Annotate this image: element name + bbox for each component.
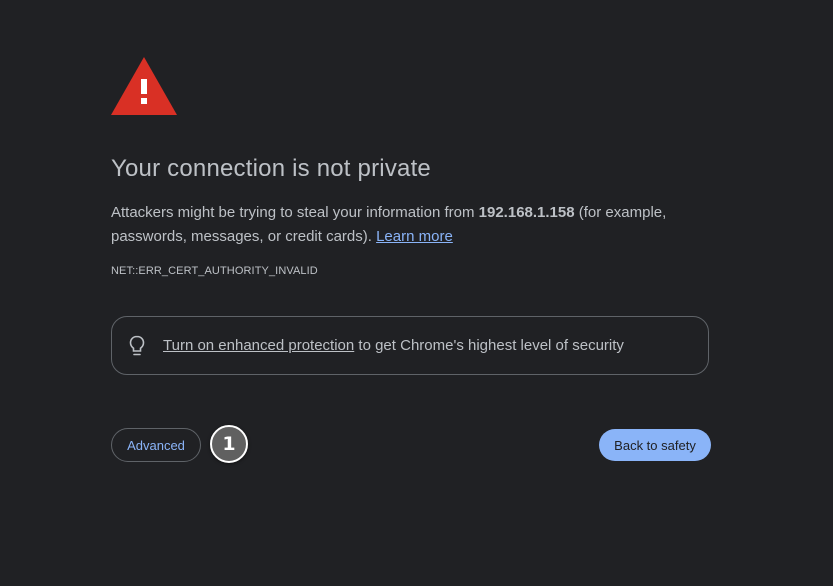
enhanced-protection-rest: to get Chrome's highest level of securit…	[354, 337, 624, 354]
page-title: Your connection is not private	[111, 155, 431, 182]
interstitial-page: Your connection is not private Attackers…	[0, 0, 833, 586]
description-prefix: Attackers might be trying to steal your …	[111, 204, 479, 221]
enhanced-protection-text: Turn on enhanced protection to get Chrom…	[163, 337, 624, 354]
error-code: NET::ERR_CERT_AUTHORITY_INVALID	[111, 265, 318, 277]
back-to-safety-button[interactable]: Back to safety	[599, 429, 711, 461]
lightbulb-icon	[129, 335, 145, 356]
learn-more-link[interactable]: Learn more	[376, 228, 453, 245]
description-text: Attackers might be trying to steal your …	[111, 201, 711, 249]
warning-triangle-icon	[111, 57, 177, 115]
host-address: 192.168.1.158	[478, 204, 575, 221]
advanced-button[interactable]: Advanced	[111, 428, 201, 462]
enhanced-protection-link[interactable]: Turn on enhanced protection	[163, 337, 354, 354]
enhanced-protection-banner: Turn on enhanced protection to get Chrom…	[111, 316, 709, 375]
step-marker-badge: 1	[210, 425, 248, 463]
